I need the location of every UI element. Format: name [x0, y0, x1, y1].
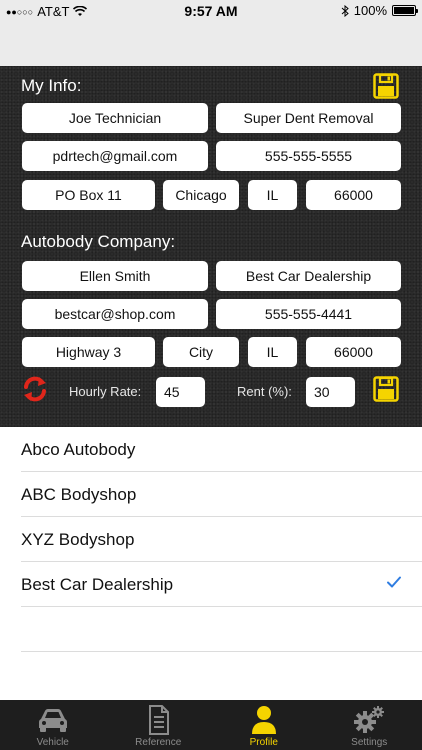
my-email-field[interactable]: pdrtech@gmail.com [22, 141, 208, 171]
autobody-city-field[interactable]: City [163, 337, 239, 367]
list-item[interactable]: Best Car Dealership [0, 562, 422, 607]
nav-bar [0, 22, 422, 66]
tab-vehicle[interactable]: Vehicle [0, 700, 106, 750]
my-zip-field[interactable]: 66000 [306, 180, 401, 210]
list-item[interactable]: ABC Bodyshop [0, 472, 422, 517]
tab-label: Settings [351, 737, 388, 748]
tab-bar: Vehicle Reference Profile Settings [0, 700, 422, 750]
status-bar: ●●○○○ AT&T 9:57 AM 100% [0, 0, 422, 22]
list-item[interactable]: Abco Autobody [0, 427, 422, 472]
person-icon [251, 706, 276, 734]
tab-label: Reference [135, 737, 182, 748]
autobody-state-field[interactable]: IL [248, 337, 297, 367]
my-info-title: My Info: [21, 76, 82, 95]
company-name: Best Car Dealership [21, 574, 174, 594]
hourly-rate-input[interactable]: 45 [156, 377, 205, 407]
rent-percent-input[interactable]: 30 [306, 377, 355, 407]
tab-profile[interactable]: Profile [211, 700, 317, 750]
autobody-zip-field[interactable]: 66000 [306, 337, 401, 367]
autobody-company-title: Autobody Company: [21, 232, 176, 251]
bluetooth-icon [341, 4, 349, 17]
tab-reference[interactable]: Reference [106, 700, 212, 750]
autobody-contact-field[interactable]: Ellen Smith [22, 261, 208, 291]
tab-label: Profile [249, 737, 278, 748]
tab-settings[interactable]: Settings [317, 700, 422, 750]
status-right: 100% [341, 3, 418, 18]
company-name: ABC Bodyshop [21, 484, 137, 504]
battery-icon [392, 5, 418, 16]
my-phone-field[interactable]: 555-555-5555 [216, 141, 401, 171]
list-item[interactable]: XYZ Bodyshop [0, 517, 422, 562]
my-state-field[interactable]: IL [248, 180, 297, 210]
my-city-field[interactable]: Chicago [163, 180, 239, 210]
battery-percent: 100% [353, 3, 387, 18]
company-name: XYZ Bodyshop [21, 529, 135, 549]
hourly-rate-label: Hourly Rate: [69, 384, 142, 399]
gears-icon [354, 706, 385, 733]
rent-percent-label: Rent (%): [237, 384, 292, 399]
autobody-phone-field[interactable]: 555-555-4441 [216, 299, 401, 329]
car-icon [38, 709, 67, 732]
company-name: Abco Autobody [21, 439, 136, 459]
list-item[interactable] [0, 607, 422, 652]
my-address-field[interactable]: PO Box 11 [22, 180, 155, 210]
my-company-field[interactable]: Super Dent Removal [216, 103, 401, 133]
save-autobody-icon[interactable] [373, 376, 399, 402]
company-list: Abco Autobody ABC Bodyshop XYZ Bodyshop … [0, 427, 422, 652]
autobody-address-field[interactable]: Highway 3 [22, 337, 155, 367]
my-name-field[interactable]: Joe Technician [22, 103, 208, 133]
profile-panel: My Info: Joe Technician Super Dent Remov… [0, 66, 422, 427]
document-icon [149, 705, 170, 735]
checkmark-icon [387, 576, 401, 588]
refresh-icon[interactable] [21, 375, 49, 403]
autobody-company-field[interactable]: Best Car Dealership [216, 261, 401, 291]
autobody-email-field[interactable]: bestcar@shop.com [22, 299, 208, 329]
tab-label: Vehicle [36, 737, 69, 748]
save-my-info-icon[interactable] [373, 73, 399, 99]
